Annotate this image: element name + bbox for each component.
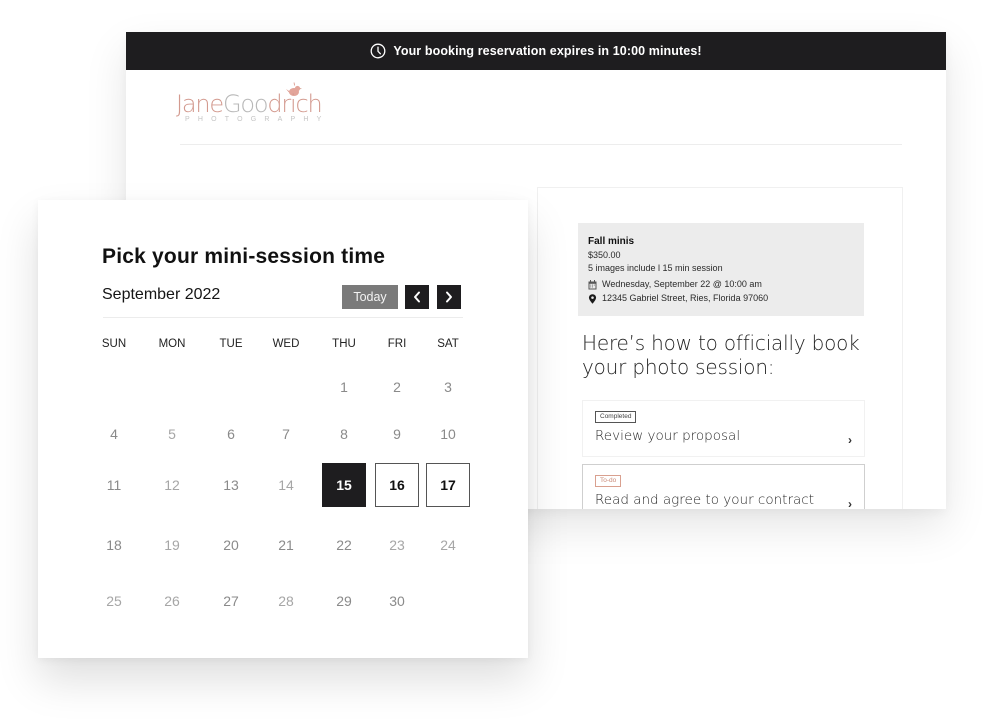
calendar-day: 10	[440, 426, 456, 442]
calendar-day: 20	[223, 537, 239, 553]
chevron-left-icon	[414, 291, 420, 303]
calendar-day: 7	[282, 426, 290, 442]
session-title: Fall minis	[588, 236, 635, 247]
session-date-row: Wednesday, September 22 @ 10:00 am	[588, 278, 854, 291]
weekday-mon: MON	[158, 338, 186, 350]
clock-icon	[370, 43, 386, 59]
calendar-day: 5	[168, 426, 176, 442]
weekday-sun: SUN	[101, 338, 127, 350]
booking-steps-heading: Here’s how to officially book your photo…	[582, 331, 860, 379]
previous-month-button[interactable]	[405, 285, 429, 309]
calendar-divider	[103, 317, 463, 318]
brand-tagline: PHOTOGRAPHY	[185, 116, 330, 123]
calendar-card: Pick your mini-session time September 20…	[38, 200, 528, 658]
calendar-title: Pick your mini-session time	[102, 245, 386, 268]
calendar-day: 11	[106, 477, 122, 493]
step-label: Review your proposal	[595, 428, 741, 444]
calendar-day: 28	[278, 593, 294, 609]
step-review-proposal[interactable]: Completed Review your proposal ›	[582, 400, 865, 457]
calendar-day-available[interactable]: 17	[426, 463, 470, 507]
calendar-icon	[588, 279, 597, 289]
session-details: 5 images include l 15 min session	[588, 263, 723, 273]
calendar-month-label: September 2022	[102, 286, 221, 303]
chevron-right-icon	[446, 291, 452, 303]
weekday-header-row: SUN MON TUE WED THU FRI SAT	[95, 338, 475, 354]
calendar-day: 21	[278, 537, 294, 553]
session-date: Wednesday, September 22 @ 10:00 am	[602, 279, 762, 289]
calendar-day: 3	[444, 379, 452, 395]
chevron-right-icon: ›	[848, 497, 852, 509]
calendar-day: 30	[389, 593, 405, 609]
calendar-day: 19	[164, 537, 180, 553]
status-badge-todo: To-do	[595, 475, 622, 487]
next-month-button[interactable]	[437, 285, 461, 309]
status-badge-completed: Completed	[595, 411, 637, 423]
calendar-day-selected[interactable]: 15	[322, 463, 366, 507]
step-agree-contract[interactable]: To-do Read and agree to your contract ›	[582, 464, 865, 509]
step-label: Read and agree to your contract	[595, 492, 814, 508]
calendar-day: 2	[393, 379, 401, 395]
session-address-row: 12345 Gabriel Street, Ries, Florida 9706…	[588, 292, 854, 305]
booking-summary-panel: Fall minis $350.00 5 images include l 15…	[537, 187, 903, 509]
chevron-right-icon: ›	[848, 433, 852, 447]
header-divider	[180, 144, 902, 145]
calendar-day: 13	[223, 477, 239, 493]
calendar-day-available[interactable]: 16	[375, 463, 419, 507]
calendar-day: 25	[106, 593, 122, 609]
weekday-sat: SAT	[437, 338, 459, 350]
calendar-day: 14	[278, 477, 294, 493]
calendar-day: 12	[164, 477, 180, 493]
calendar-day: 24	[440, 537, 456, 553]
session-address: 12345 Gabriel Street, Ries, Florida 9706…	[602, 293, 769, 303]
reservation-timer-text: Your booking reservation expires in 10:0…	[393, 44, 702, 58]
calendar-day: 8	[340, 426, 348, 442]
weekday-wed: WED	[272, 338, 300, 350]
weekday-tue: TUE	[219, 338, 243, 350]
calendar-day: 9	[393, 426, 401, 442]
calendar-day: 23	[389, 537, 405, 553]
map-pin-icon	[588, 293, 597, 304]
calendar-day: 18	[106, 537, 122, 553]
calendar-day: 27	[223, 593, 239, 609]
calendar-day: 1	[340, 379, 348, 395]
brand-name: JaneGoodrich	[176, 90, 323, 118]
calendar-day: 22	[336, 537, 352, 553]
weekday-fri: FRI	[387, 338, 407, 350]
weekday-thu: THU	[332, 338, 356, 350]
calendar-day: 26	[164, 593, 180, 609]
today-button[interactable]: Today	[342, 285, 398, 309]
calendar-day: 6	[227, 426, 235, 442]
brand-logo[interactable]: JaneGoodrich PHOTOGRAPHY	[176, 82, 346, 128]
session-summary: Fall minis $350.00 5 images include l 15…	[578, 223, 864, 316]
reservation-timer-banner: Your booking reservation expires in 10:0…	[126, 32, 946, 70]
calendar-day: 4	[110, 426, 118, 442]
calendar-day: 29	[336, 593, 352, 609]
session-price: $350.00	[588, 250, 621, 260]
